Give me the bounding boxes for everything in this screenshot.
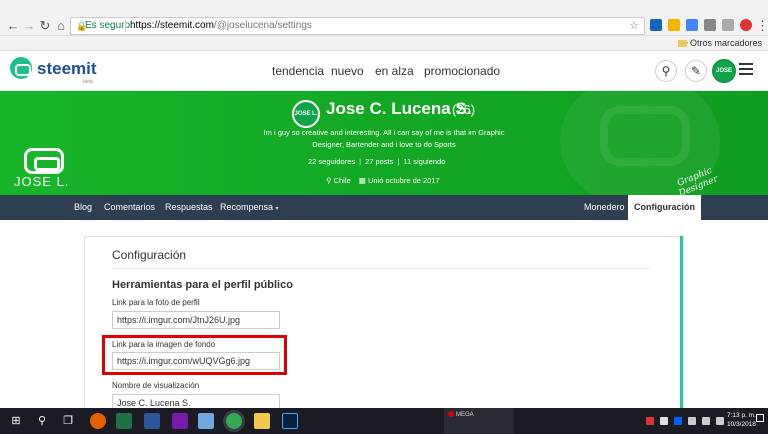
brand-logo-icon <box>24 148 64 174</box>
tab-respuestas[interactable]: Respuestas <box>165 195 213 220</box>
bookmarks-bar: » Otros marcadores <box>0 36 768 51</box>
followers-link[interactable]: 22 seguidores <box>308 157 355 166</box>
profile-about: Im i guy so creative and interesting. Al… <box>263 128 505 149</box>
volume-icon[interactable] <box>702 417 710 425</box>
site-header: steemit beta tendencia nuevo en alza pro… <box>0 51 768 97</box>
pencil-icon[interactable]: ✎ <box>685 60 707 82</box>
word-icon[interactable] <box>144 413 160 429</box>
profile-joined: Unió octubre de 2017 <box>367 176 440 185</box>
menu-dots-icon[interactable]: ⋮ <box>756 19 768 33</box>
windows-taskbar: ⊞ ⚲ ❐ <box>0 408 768 434</box>
reputation-score: (26) <box>452 102 476 117</box>
display-name-label: Nombre de visualización <box>112 381 200 390</box>
banner-decoration <box>600 106 690 166</box>
location-pin-icon: ⚲ <box>326 176 332 185</box>
extension-icon[interactable] <box>704 19 716 31</box>
profile-subnav: Blog Comentarios Respuestas Recompensa ▾… <box>0 195 768 220</box>
windows-start-icon[interactable]: ⊞ <box>8 413 24 429</box>
taskbar-preview[interactable]: MEGA <box>444 408 514 434</box>
following-link[interactable]: 11 siguiendo <box>403 157 445 166</box>
back-icon[interactable]: ← <box>6 19 20 33</box>
network-icon[interactable] <box>688 417 696 425</box>
tab-blog[interactable]: Blog <box>74 195 92 220</box>
bookmark-star-icon[interactable]: ☆ <box>629 18 639 34</box>
nav-promocionado[interactable]: promocionado <box>424 64 500 78</box>
reload-icon[interactable]: ↻ <box>38 19 52 33</box>
profile-name: Jose C. Lucena S. <box>326 99 472 118</box>
profile-picture-input[interactable] <box>112 311 280 329</box>
scroll-indicator[interactable] <box>680 236 683 418</box>
steemit-logo-icon[interactable] <box>10 57 32 79</box>
search-icon[interactable]: ⚲ <box>34 413 50 429</box>
hamburger-menu-icon[interactable] <box>739 63 753 78</box>
extension-icon[interactable] <box>650 19 662 31</box>
posts-count: 27 posts <box>365 157 394 166</box>
highlight-annotation <box>102 335 287 375</box>
secure-label: Es seguro <box>85 20 131 31</box>
photoshop-icon[interactable] <box>282 413 298 429</box>
search-icon[interactable]: ⚲ <box>655 60 677 82</box>
extension-icon[interactable] <box>686 19 698 31</box>
logo-beta: beta <box>83 79 93 85</box>
firefox-icon[interactable] <box>90 413 106 429</box>
tab-monedero[interactable]: Monedero <box>584 195 625 220</box>
profile-avatar: JOSE L. <box>292 100 320 128</box>
nav-en-alza[interactable]: en alza <box>375 64 414 78</box>
tray-icon[interactable] <box>660 417 668 425</box>
notepad-icon[interactable] <box>198 413 214 429</box>
extension-icon[interactable] <box>722 19 734 31</box>
clock-date: 10/3/2018 <box>727 421 756 428</box>
home-icon[interactable]: ⌂ <box>54 19 68 33</box>
browser-toolbar: ← → ↻ ⌂ 🔒 Es seguro https://steemit.com/… <box>0 0 768 36</box>
tab-comentarios[interactable]: Comentarios <box>104 195 155 220</box>
profile-location: Chile <box>333 176 351 185</box>
nav-tendencia[interactable]: tendencia <box>272 64 324 78</box>
profile-picture-label: Link para la foto de perfil <box>112 298 200 307</box>
onenote-icon[interactable] <box>172 413 188 429</box>
profile-meta: ⚲ Chile ▦ Unió octubre de 2017 <box>326 176 440 185</box>
omnibox-separator <box>125 20 126 32</box>
title-divider <box>112 268 652 269</box>
tab-configuracion[interactable]: Configuración <box>628 195 701 220</box>
task-view-icon[interactable]: ❐ <box>60 413 76 429</box>
nav-nuevo[interactable]: nuevo <box>331 64 364 78</box>
caret-down-icon: ▾ <box>275 206 279 212</box>
excel-icon[interactable] <box>116 413 132 429</box>
folder-icon <box>677 40 687 47</box>
language-icon[interactable] <box>716 417 724 425</box>
notification-icon[interactable] <box>756 414 764 422</box>
forward-icon[interactable]: → <box>22 19 36 33</box>
user-avatar[interactable]: JOSE L. <box>712 59 736 97</box>
page-title: Configuración <box>112 248 187 262</box>
section-title: Herramientas para el perfil público <box>112 279 293 291</box>
other-bookmarks[interactable]: Otros marcadores <box>677 38 762 48</box>
chrome-icon[interactable] <box>226 413 242 429</box>
extension-icon[interactable] <box>668 19 680 31</box>
logo-text[interactable]: steemit <box>37 59 97 79</box>
dropbox-icon[interactable] <box>674 417 682 425</box>
tray-icon[interactable] <box>646 417 654 425</box>
preview-title: MEGA <box>448 411 510 420</box>
brand-text: JOSE L. <box>14 174 70 189</box>
tab-recompensa[interactable]: Recompensa ▾ <box>220 195 279 220</box>
profile-stats: 22 seguidores | 27 posts | 11 siguiendo <box>308 157 446 166</box>
adblock-icon[interactable] <box>740 19 752 31</box>
url-text: https://steemit.com/@joselucena/settings <box>130 20 312 31</box>
mega-icon <box>448 411 454 417</box>
calendar-icon: ▦ <box>358 176 366 185</box>
address-bar[interactable]: 🔒 Es seguro https://steemit.com/@joseluc… <box>70 17 645 35</box>
file-explorer-icon[interactable] <box>254 413 270 429</box>
taskbar-clock[interactable]: 7:13 p. m. 10/3/2018 <box>727 411 756 429</box>
clock-time: 7:13 p. m. <box>727 412 756 419</box>
